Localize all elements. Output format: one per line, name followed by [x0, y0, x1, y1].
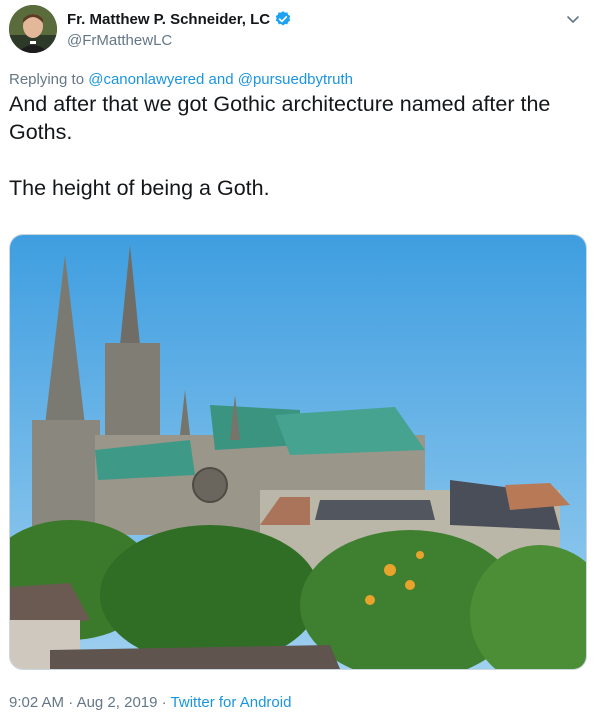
- replying-prefix: Replying to: [9, 71, 85, 88]
- reply-joiner[interactable]: and: [209, 71, 234, 88]
- tweet-photo[interactable]: [9, 234, 587, 670]
- tweet-text-line: And after that we got Gothic architectur…: [9, 92, 551, 144]
- chevron-down-icon[interactable]: [564, 10, 582, 28]
- tweet-source-link[interactable]: Twitter for Android: [171, 694, 292, 711]
- tweet-text: And after that we got Gothic architectur…: [9, 90, 584, 202]
- tweet-card: Fr. Matthew P. Schneider, LC @FrMatthewL…: [0, 0, 594, 723]
- tweet-time[interactable]: 9:02 AM: [9, 694, 64, 711]
- tweet-text-line: The height of being a Goth.: [9, 176, 270, 200]
- verified-badge-icon: [274, 10, 292, 28]
- author-display-name[interactable]: Fr. Matthew P. Schneider, LC: [67, 11, 270, 28]
- meta-separator: ·: [68, 694, 74, 711]
- cathedral-image: [10, 235, 586, 669]
- avatar[interactable]: [9, 5, 57, 53]
- meta-separator: ·: [161, 694, 167, 711]
- tweet-date[interactable]: Aug 2, 2019: [77, 694, 158, 711]
- reply-user-link[interactable]: @canonlawyered: [88, 71, 204, 88]
- replying-to: Replying to @canonlawyered and @pursuedb…: [9, 71, 353, 88]
- author-handle[interactable]: @FrMatthewLC: [67, 32, 172, 49]
- tweet-meta: 9:02 AM · Aug 2, 2019 · Twitter for Andr…: [9, 694, 291, 711]
- author-name-row[interactable]: Fr. Matthew P. Schneider, LC: [67, 10, 292, 28]
- reply-user-link[interactable]: @pursuedbytruth: [238, 71, 353, 88]
